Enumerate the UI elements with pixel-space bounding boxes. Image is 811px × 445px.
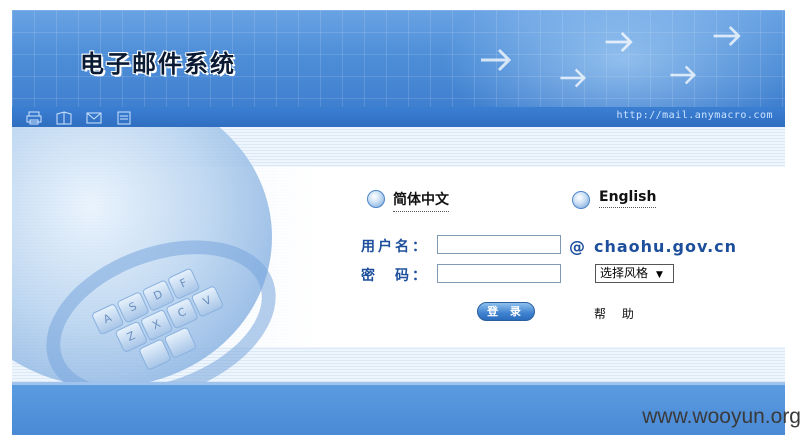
username-label: 用户名：: [361, 239, 429, 255]
arrow-decor-icon: [670, 65, 697, 85]
style-select[interactable]: 选择风格 ▼: [595, 264, 674, 283]
arrow-decor-icon: [481, 48, 512, 72]
lang-chinese-radio[interactable]: [367, 190, 385, 208]
password-label: 密 码：: [361, 268, 429, 284]
mail-domain: chaohu.gov.cn: [594, 237, 738, 256]
header-banner: 电子邮件系统: [12, 10, 785, 107]
arrow-decor-icon: [605, 32, 633, 52]
arrow-decor-icon: [560, 68, 587, 88]
help-link[interactable]: 帮 助: [594, 305, 640, 322]
system-title: 电子邮件系统: [80, 50, 236, 78]
mail-icon[interactable]: [86, 110, 102, 124]
site-url: http://mail.anymacro.com: [616, 110, 773, 121]
username-input[interactable]: [437, 235, 561, 254]
login-button[interactable]: 登 录: [477, 302, 535, 321]
at-sign: @: [569, 237, 586, 256]
print-icon[interactable]: [26, 110, 42, 125]
password-input[interactable]: [437, 264, 561, 283]
login-area: A S D F Z X C V 简体中文 English 用户名： @ chao…: [12, 127, 785, 382]
dropdown-arrow-icon: ▼: [656, 270, 663, 280]
style-select-value: 选择风格: [600, 266, 649, 280]
login-window: 电子邮件系统 http://mail.anymacro.com A S D F …: [12, 10, 785, 435]
watermark: www.wooyun.org: [642, 405, 801, 428]
lang-chinese-label[interactable]: 简体中文: [393, 189, 449, 212]
arrow-decor-icon: [713, 26, 741, 46]
book-icon[interactable]: [56, 110, 72, 125]
lang-english-radio[interactable]: [572, 191, 590, 209]
document-icon[interactable]: [116, 110, 132, 125]
lang-english-label[interactable]: English: [599, 189, 657, 208]
toolbar: http://mail.anymacro.com: [12, 107, 785, 127]
